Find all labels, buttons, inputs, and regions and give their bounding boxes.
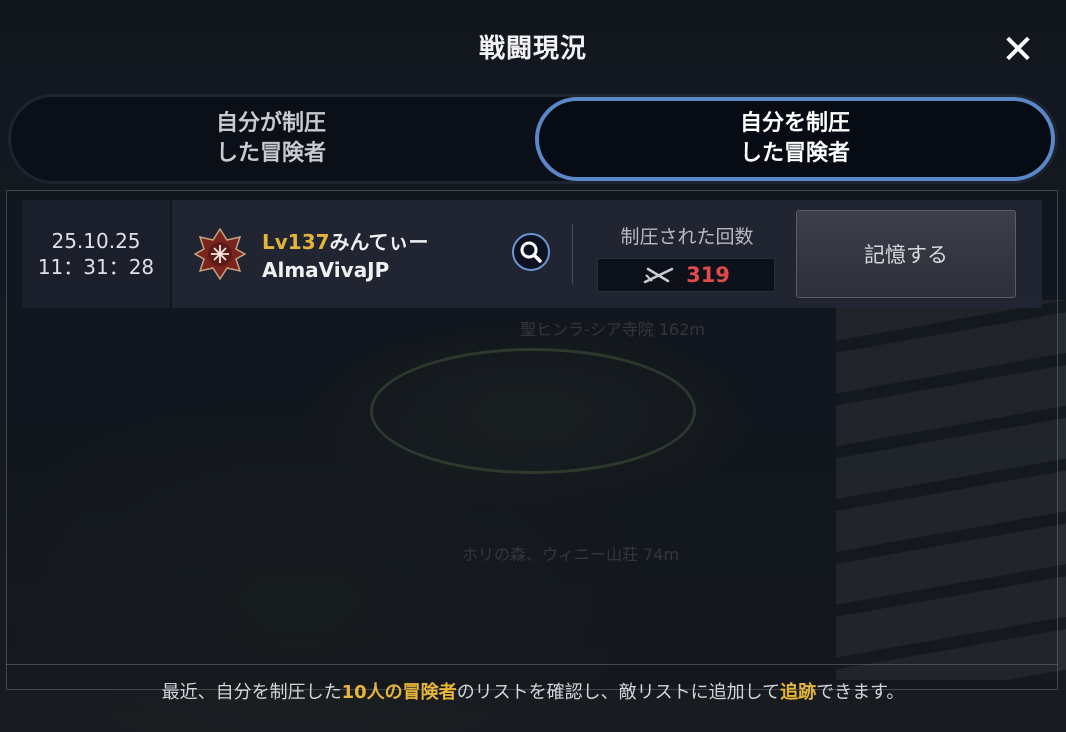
remember-button[interactable]: 記憶する [796,210,1016,298]
tab-defeated-me[interactable]: 自分を制圧 した冒険者 [535,97,1055,181]
record-time: 11：31：28 [37,255,155,279]
list-item: 25.10.25 11：31：28 Lv137みんてぃー AlmaVivaJP … [22,200,1042,308]
page-title: 戦闘現況 [478,34,587,64]
defeat-count-box: 319 [597,258,775,292]
guild-emblem-icon [194,228,246,280]
player-name: Lv137みんてぃー [262,226,429,255]
player-level: Lv137 [262,230,330,254]
defeat-count-value: 319 [686,263,730,287]
tab-label: 自分が制圧 した冒険者 [215,111,326,166]
tab-label: 自分を制圧 した冒険者 [739,111,850,166]
close-button[interactable]: ✕ [998,30,1038,70]
record-date: 25.10.25 [51,229,141,253]
close-icon: ✕ [1001,27,1035,73]
footer-text: 最近、自分を制圧した [161,682,342,703]
crossed-swords-icon [643,267,674,284]
divider [572,224,573,284]
footer-highlight: 10人の冒険者 [341,682,457,703]
footer-text: できます。 [816,682,905,703]
player-nickname: みんてぃー [329,230,429,254]
tab-defeated-by-me[interactable]: 自分が制圧 した冒険者 [11,97,531,181]
defeat-count-label: 制圧された回数 [620,226,754,248]
tab-bar: 自分が制圧 した冒険者 自分を制圧 した冒険者 [8,94,1058,184]
search-player-button[interactable] [512,233,550,271]
record-details: Lv137みんてぃー AlmaVivaJP 制圧された回数 319 記憶する [172,200,1042,308]
search-icon [520,241,542,263]
footer-hint: 最近、自分を制圧した10人の冒険者のリストを確認し、敵リストに追加して追跡できま… [0,678,1066,704]
player-server: AlmaVivaJP [262,258,390,282]
footer-highlight: 追跡 [780,682,817,703]
footer-text: のリストを確認し、敵リストに追加して [456,682,781,703]
record-timestamp: 25.10.25 11：31：28 [22,200,170,308]
footer-divider [6,664,1058,665]
